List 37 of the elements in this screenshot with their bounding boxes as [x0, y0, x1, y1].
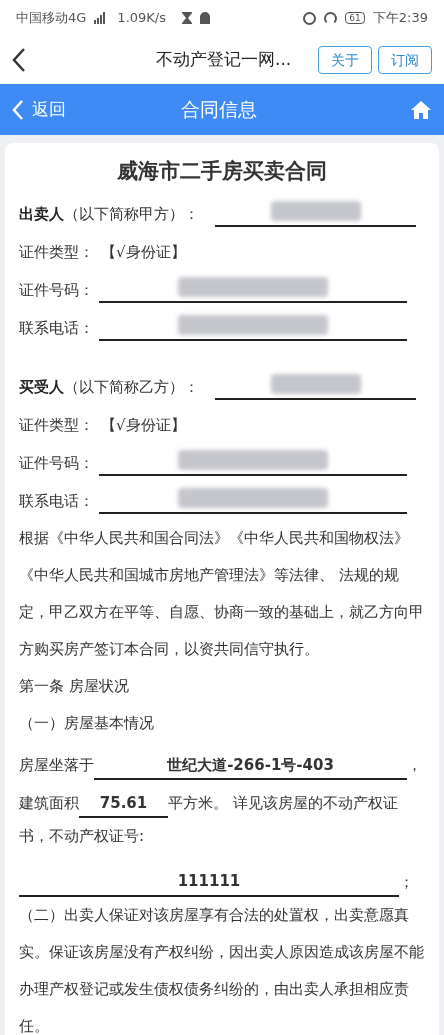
- signal-icon: [94, 12, 106, 24]
- clock-time: 下午2:39: [372, 9, 428, 28]
- hourglass-icon: [182, 12, 192, 24]
- contract-paragraph: 第一条 房屋状况: [19, 676, 130, 697]
- carrier-text: 中国移动4G: [16, 9, 87, 28]
- fill-in-line: 世纪大道-266-1号-403: [94, 752, 407, 780]
- header-title: 合同信息: [181, 97, 257, 123]
- field-label: 证件号码：: [19, 452, 95, 474]
- field-value: 【√身份证】: [101, 241, 186, 263]
- contract-paragraph: （二）出卖人保证对该房屋享有合法的处置权，出卖意愿真实。保证该房屋没有产权纠纷，因出卖人原因造成该房屋不能办理产权登记或发生债权债务纠纷的，由出卖人承担相应责任。: [19, 905, 425, 1035]
- header-button[interactable]: 订阅: [378, 46, 432, 74]
- back-link[interactable]: 返回: [12, 96, 66, 123]
- field-label: 建筑面积: [19, 793, 79, 814]
- home-icon[interactable]: [410, 99, 432, 120]
- field-label: 证件号码：: [19, 279, 95, 301]
- contract-paragraph: 平方米。 详见该房屋的不动产权证: [168, 793, 398, 814]
- party-label: 出卖人（以下简称甲方）：: [19, 203, 199, 225]
- contract-paragraph: 书，不动产权证号:: [19, 826, 146, 847]
- field-label: 房屋坐落于: [19, 755, 94, 776]
- field-label: 证件类型：: [19, 241, 95, 263]
- page-title: 不动产登记一网...: [156, 48, 292, 72]
- chevron-left-icon: [12, 98, 24, 121]
- punctuation-text: ；: [399, 872, 414, 893]
- field-label: 联系电话：: [19, 317, 95, 339]
- party-label: 买受人（以下简称乙方）：: [19, 376, 199, 398]
- field-label: 联系电话：: [19, 490, 95, 512]
- contract-paragraph: 根据《中华人民共和国合同法》《中华人民共和国物权法》《中华人民共和国城市房地产管理法》等法律、 法规的规定，甲乙双方在平等、自愿、协商一致的基础上，就乙方向甲方购买房产签订本合同，以资共同信守执行。: [19, 528, 425, 660]
- fill-in-line: 111111: [19, 867, 399, 897]
- contract-paragraph: （一）房屋基本情况: [19, 713, 155, 734]
- fill-in-line: 75.61: [79, 790, 168, 818]
- contract-title: 威海市二手房买卖合同: [116, 158, 328, 185]
- network-speed: 1.09K/s: [117, 9, 166, 28]
- battery-level: 61: [345, 12, 365, 24]
- field-value: 【√身份证】: [101, 414, 186, 436]
- header-button[interactable]: 关于: [318, 46, 372, 74]
- punctuation-text: ，: [407, 755, 422, 776]
- field-label: 证件类型：: [19, 414, 95, 436]
